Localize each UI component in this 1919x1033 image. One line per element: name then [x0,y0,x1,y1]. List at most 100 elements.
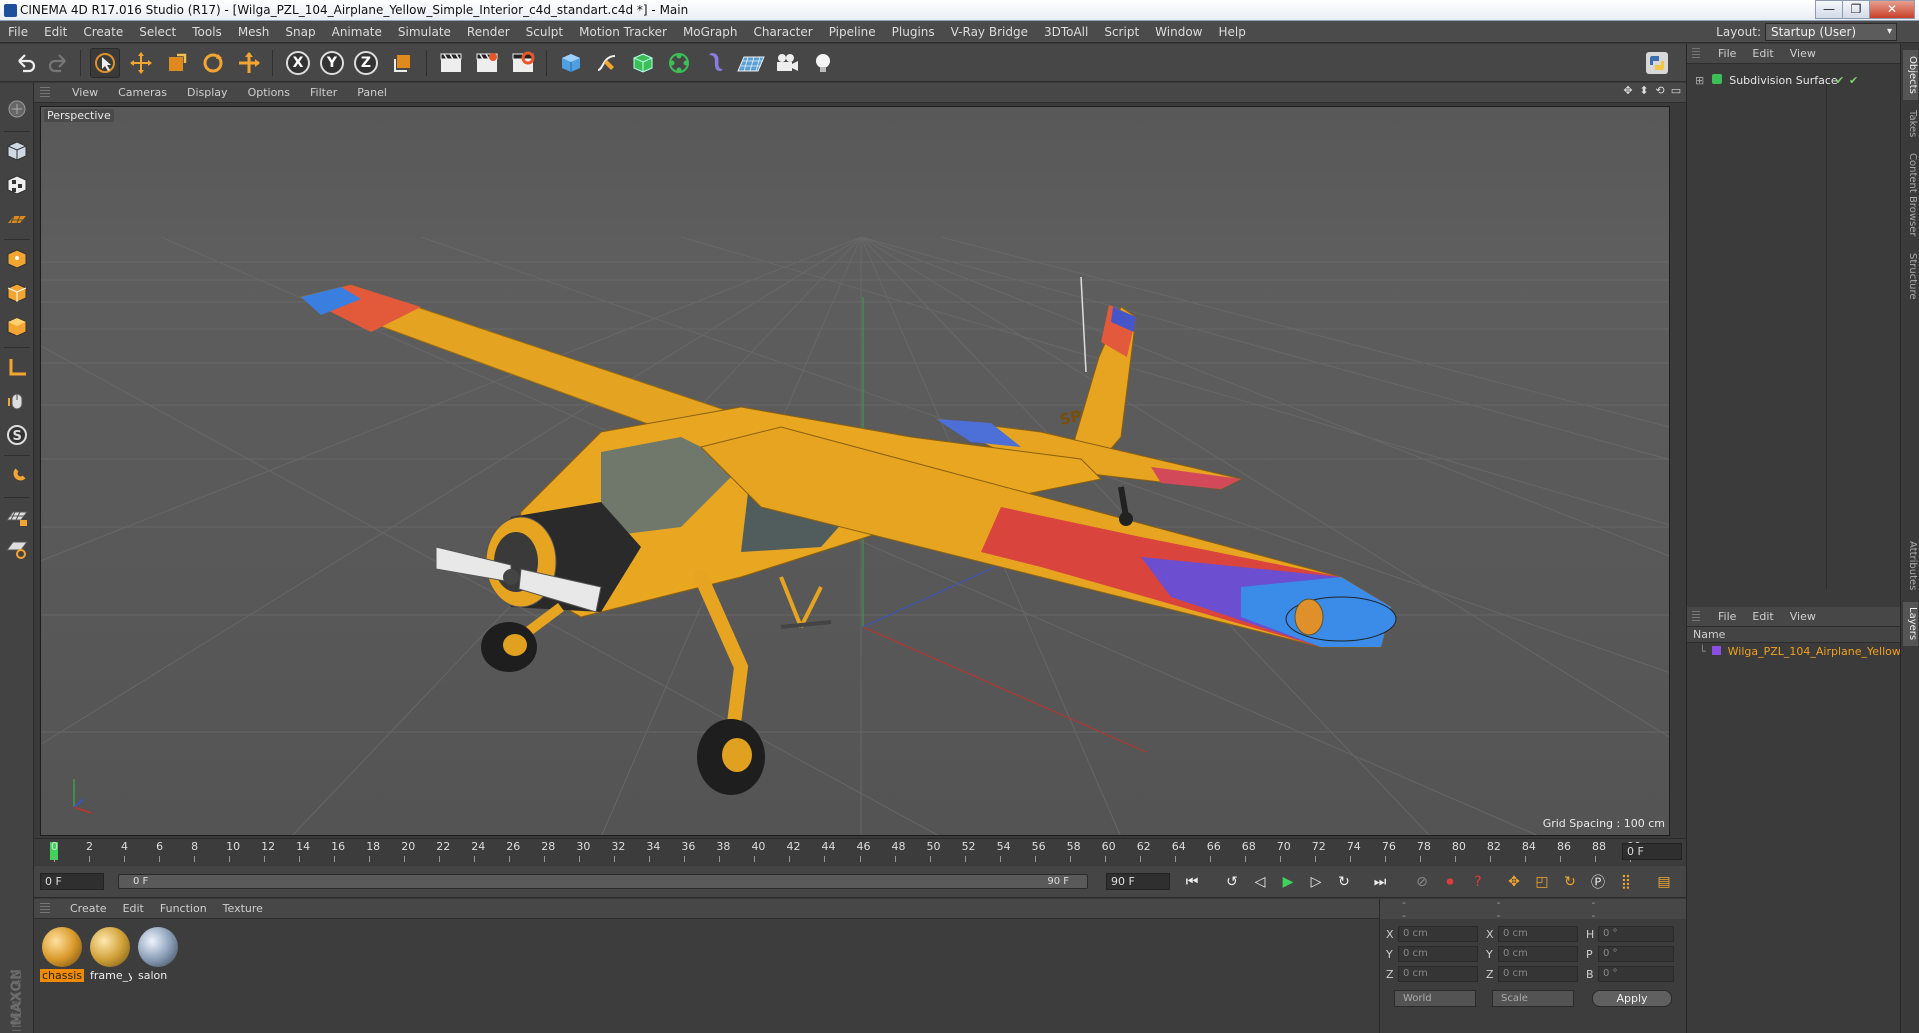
material-frame[interactable]: frame_y [88,927,132,982]
next-frame-icon[interactable]: ▷ [1304,871,1328,893]
current-frame-field[interactable]: 0 F [1622,843,1682,860]
menu-create[interactable]: Create [75,21,131,43]
position-z-field[interactable]: 0 cm [1398,966,1478,982]
enabled-check-icon[interactable]: ✔ [1849,72,1858,90]
menu-render[interactable]: Render [459,21,518,43]
record-keys-disabled-icon[interactable]: ⊘ [1410,871,1434,893]
rotate-icon[interactable] [198,48,228,78]
undo-icon[interactable] [10,48,40,78]
panel-grip-icon[interactable] [1692,610,1700,623]
record-parameter-icon[interactable]: Ⓟ [1586,871,1610,893]
rotation-b-field[interactable]: 0 ° [1598,966,1674,982]
menu-plugins[interactable]: Plugins [884,21,943,43]
menu-snap[interactable]: Snap [277,21,323,43]
layer-menu-edit[interactable]: Edit [1744,610,1781,623]
subdivision-icon[interactable] [628,48,658,78]
record-active-objects-icon[interactable]: ⏺ [1438,871,1462,893]
panel-grip-icon[interactable] [40,902,50,915]
edit-render-settings-icon[interactable] [508,48,538,78]
menu-sculpt[interactable]: Sculpt [518,21,571,43]
go-to-start-icon[interactable]: ⏮ [1180,871,1204,893]
panel-grip-icon[interactable] [40,86,50,99]
close-button[interactable]: ✕ [1869,0,1915,19]
position-y-field[interactable]: 0 cm [1398,946,1478,962]
tab-structure[interactable]: Structure [1903,246,1918,306]
maximize-button[interactable]: ❐ [1842,0,1870,19]
make-editable-icon[interactable] [3,95,31,123]
floor-icon[interactable] [736,48,766,78]
menu-script[interactable]: Script [1096,21,1147,43]
viewport-zoom-icon[interactable]: ⬍ [1638,85,1650,97]
autokeying-icon[interactable]: ? [1466,871,1490,893]
coordinate-system-icon[interactable] [388,48,418,78]
move-icon[interactable] [126,48,156,78]
rotation-p-field[interactable]: 0 ° [1598,946,1674,962]
minimize-button[interactable]: — [1815,0,1843,19]
cloner-icon[interactable] [664,48,694,78]
render-picture-viewer-icon[interactable] [472,48,502,78]
expand-icon[interactable]: ⊞ [1695,74,1704,87]
lock-workplane-icon[interactable] [3,503,31,531]
tab-layers[interactable]: Layers [1903,602,1918,646]
z-axis-lock-icon[interactable]: Z [351,48,381,78]
menu-mograph[interactable]: MoGraph [675,21,746,43]
timeline-window-icon[interactable]: ▤ [1652,871,1676,893]
workplane-icon[interactable] [3,205,31,233]
size-x-field[interactable]: 0 cm [1498,926,1578,942]
texture-mode-icon[interactable] [3,171,31,199]
live-selection-icon[interactable] [90,48,120,78]
viewport-rotate-icon[interactable]: ⟲ [1654,85,1666,97]
apply-button[interactable]: Apply [1592,990,1672,1007]
x-axis-lock-icon[interactable]: X [283,48,313,78]
y-axis-lock-icon[interactable]: Y [317,48,347,78]
tweak-mode-icon[interactable] [3,387,31,415]
visibility-check-icon[interactable]: ✔ [1835,72,1844,90]
menu-3dtoall[interactable]: 3DToAll [1036,21,1096,43]
menu-character[interactable]: Character [745,21,820,43]
menu-window[interactable]: Window [1147,21,1210,43]
python-icon[interactable] [1642,48,1672,78]
play-forward-icon[interactable]: ▶ [1276,871,1300,893]
min-time-field[interactable]: 0 F [40,873,104,890]
record-scale-icon[interactable]: ◰ [1530,871,1554,893]
layout-select[interactable]: Startup (User) [1765,23,1897,41]
viewport-menu-display[interactable]: Display [177,86,238,99]
record-rotation-icon[interactable]: ↻ [1558,871,1582,893]
redo-icon[interactable] [44,48,74,78]
timeline-ruler[interactable]: 0 2 4 6 8 10 12 14 16 18 20 22 24 26 28 30 32 34 36 38 40 42 4… [34,838,1686,864]
model-mode-icon[interactable] [3,137,31,165]
snapping-icon[interactable]: S [3,421,31,449]
menu-motion-tracker[interactable]: Motion Tracker [571,21,675,43]
record-position-icon[interactable]: ✥ [1502,871,1526,893]
menu-vray-bridge[interactable]: V-Ray Bridge [943,21,1036,43]
size-mode-dropdown[interactable]: Scale [1492,990,1574,1007]
material-menu-create[interactable]: Create [62,902,115,915]
layer-row[interactable]: └ Wilga_PZL_104_Airplane_Yellow_S [1687,643,1901,661]
recent-tool-icon[interactable] [234,48,264,78]
go-to-end-icon[interactable]: ⏭ [1368,871,1392,893]
object-menu-view[interactable]: View [1782,47,1824,60]
cube-icon[interactable] [556,48,586,78]
viewport-menu-options[interactable]: Options [238,86,300,99]
record-pla-icon[interactable]: ⣿ [1614,871,1638,893]
preview-range-slider[interactable]: 0 F 90 F [118,874,1088,889]
viewport-menu-panel[interactable]: Panel [347,86,397,99]
material-menu-texture[interactable]: Texture [215,902,271,915]
tab-objects[interactable]: Objects [1903,50,1918,100]
previous-key-icon[interactable]: ↺ [1220,871,1244,893]
layer-menu-view[interactable]: View [1782,610,1824,623]
object-menu-edit[interactable]: Edit [1744,47,1781,60]
tab-content-browser[interactable]: Content Browser [1903,148,1918,242]
edges-mode-icon[interactable] [3,279,31,307]
menu-tools[interactable]: Tools [184,21,230,43]
next-key-icon[interactable]: ↻ [1332,871,1356,893]
light-icon[interactable] [808,48,838,78]
material-menu-edit[interactable]: Edit [115,902,152,915]
menu-mesh[interactable]: Mesh [230,21,278,43]
size-y-field[interactable]: 0 cm [1498,946,1578,962]
material-salon[interactable]: salon [136,927,180,982]
viewport-move-icon[interactable]: ✥ [1622,85,1634,97]
previous-frame-icon[interactable]: ◁ [1248,871,1272,893]
tab-attributes[interactable]: Attributes [1903,534,1918,598]
planar-workplane-icon[interactable] [3,535,31,563]
